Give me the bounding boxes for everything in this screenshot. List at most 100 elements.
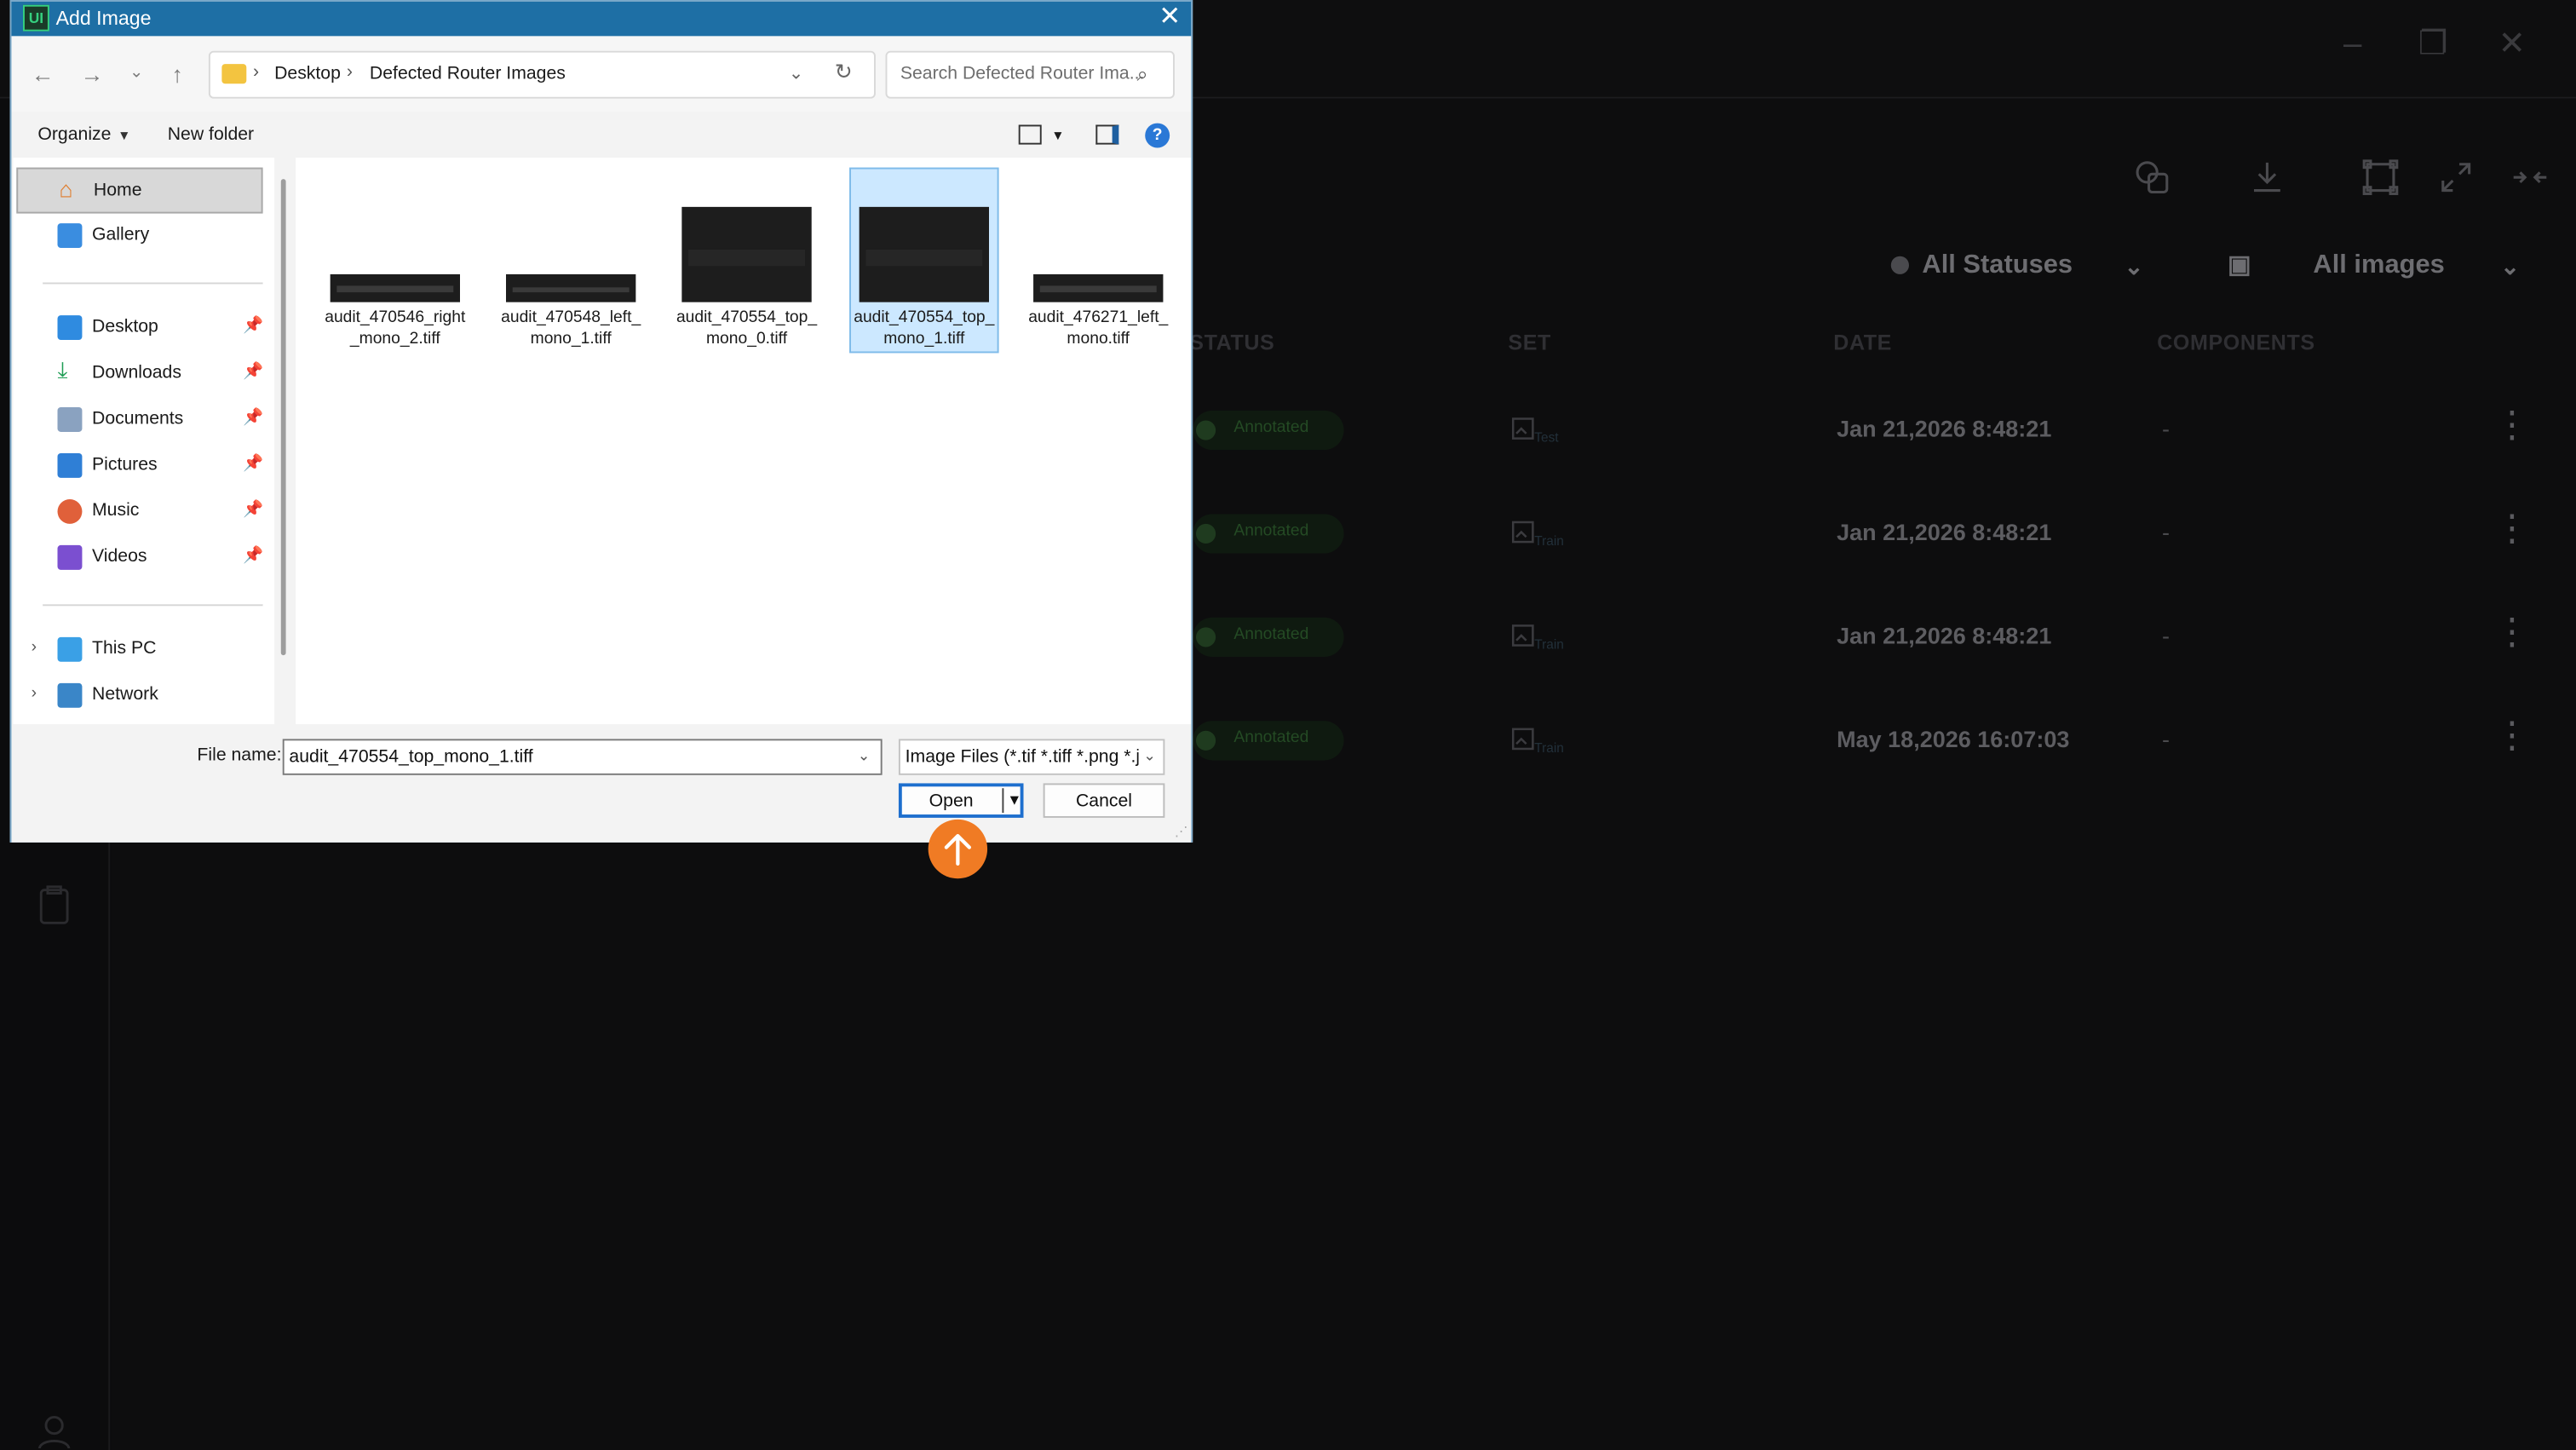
help-icon[interactable]: ? [1145,123,1170,148]
sidebar-item-music[interactable]: Music 📌 [16,489,263,535]
file-tile[interactable]: audit_476271_left_mono.tiff [1023,168,1172,354]
file-name: audit_470554_top_mono_1.tiff [854,308,995,348]
more-options-icon[interactable]: ⋮ [2494,716,2530,753]
more-options-icon[interactable]: ⋮ [2494,613,2530,650]
status-dot-icon [1195,420,1216,440]
sidebar-item-label: Videos [91,546,147,567]
file-type-select[interactable]: Image Files (*.tif *.tiff *.png *.jp ⌄ [898,739,1165,775]
sidebar-item-downloads[interactable]: ⤓ Downloads 📌 [16,351,263,397]
sidebar-item-pictures[interactable]: Pictures 📌 [16,443,263,489]
up-arrow-icon[interactable]: ↑ [163,59,193,89]
address-dropdown-icon[interactable]: ⌄ [789,62,812,83]
preview-pane-icon[interactable] [1095,124,1119,145]
sidebar-item-home[interactable]: ⌂ Home [16,167,263,214]
sidebar-item-label: Music [91,500,140,521]
file-tile-selected[interactable]: audit_470554_top_mono_1.tiff [849,167,999,354]
folder-icon [221,64,247,84]
sidebar-item-gallery[interactable]: Gallery [16,214,262,260]
table-row[interactable]: Annotated Train Jan 21,2026 8:48:21 - ⋮ [1193,485,2576,587]
pin-icon[interactable]: 📌 [243,547,263,565]
file-name: audit_470546_right_mono_2.tiff [325,308,466,348]
column-header-set[interactable]: SET [1508,330,1551,354]
chevron-down-icon[interactable]: ⌄ [858,747,871,765]
open-dropdown-icon[interactable]: ▼ [1007,791,1021,808]
status-label: Annotated [1233,418,1309,437]
restore-icon[interactable]: ❐ [2412,23,2454,66]
pin-icon[interactable]: 📌 [243,317,263,335]
user-icon[interactable] [36,1413,72,1449]
collapse-icon[interactable] [2510,158,2550,197]
navigation-scrollbar[interactable] [280,179,286,656]
cancel-button-label: Cancel [1075,791,1133,812]
image-thumbnail [505,273,636,302]
sidebar-item-this-pc[interactable]: › This PC [16,627,262,673]
pin-icon[interactable]: 📌 [243,455,263,473]
address-bar[interactable]: › Desktop › Defected Router Images ⌄ ↻ [208,50,876,99]
file-name: audit_476271_left_mono.tiff [1028,308,1169,348]
file-tile[interactable]: audit_470548_left_mono_1.tiff [496,168,645,354]
column-header-status[interactable]: STATUS [1189,330,1274,354]
dialog-titlebar[interactable]: UI Add Image ✕ [11,1,1192,37]
file-tile[interactable]: audit_470546_right_mono_2.tiff [320,168,469,354]
row-components: - [2161,725,2171,752]
crop-icon[interactable] [2360,158,2400,197]
open-button[interactable]: Open ▼ [898,783,1024,818]
compare-icon[interactable] [2132,158,2171,197]
expand-chevron-icon[interactable]: › [32,685,37,703]
sidebar-item-documents[interactable]: Documents 📌 [16,397,263,443]
more-options-icon[interactable]: ⋮ [2494,509,2530,546]
status-dot-icon [1195,730,1216,751]
organize-button[interactable]: Organize ▼ [37,124,130,144]
pin-icon[interactable]: 📌 [243,363,263,381]
status-badge: Annotated [1193,617,1344,658]
set-label: Train [1534,740,1564,756]
chevron-down-icon: ⌄ [2124,252,2144,279]
images-filter[interactable]: ▣ All images ⌄ [2218,239,2547,292]
status-dot-icon [1195,627,1216,647]
dialog-title: Add Image [55,6,152,30]
images-filter-label: All images [2313,250,2445,279]
file-tile[interactable]: audit_470554_top_mono_0.tiff [672,168,821,354]
view-dropdown-icon[interactable]: ▼ [1051,128,1064,142]
clipboard-icon[interactable] [33,883,76,942]
row-date: Jan 21,2026 8:48:21 [1837,415,2052,442]
more-options-icon[interactable]: ⋮ [2494,406,2530,443]
expand-icon[interactable] [2436,158,2475,197]
pin-icon[interactable]: 📌 [243,501,263,519]
back-arrow-icon[interactable]: ← [28,59,58,89]
sidebar-item-videos[interactable]: Videos 📌 [16,535,263,581]
sidebar-item-desktop[interactable]: Desktop 📌 [16,306,263,352]
expand-chevron-icon[interactable]: › [32,639,37,657]
row-date: May 18,2026 16:07:03 [1837,725,2070,752]
breadcrumb-separator-icon: › [346,62,354,83]
column-header-date[interactable]: DATE [1833,330,1892,354]
cancel-button[interactable]: Cancel [1043,783,1165,818]
breadcrumb-desktop[interactable]: Desktop [274,64,341,83]
pin-icon[interactable]: 📌 [243,409,263,427]
view-mode-icon[interactable] [1018,124,1042,145]
close-icon[interactable]: ✕ [1150,2,1189,36]
new-folder-button[interactable]: New folder [168,124,254,144]
search-input[interactable]: Search Defected Router Ima... ⌕ [885,50,1175,99]
refresh-icon[interactable]: ↻ [835,59,861,85]
download-icon[interactable] [2247,158,2286,197]
forward-arrow-icon[interactable]: → [78,59,107,89]
minimize-icon[interactable]: – [2332,23,2374,66]
sidebar-item-label: Pictures [91,454,158,475]
resize-grip-icon[interactable]: ⋰ [1175,825,1187,839]
file-list: audit_470546_right_mono_2.tiff audit_470… [296,158,1192,725]
file-name-value: audit_470554_top_mono_1.tiff [289,747,533,768]
file-name-field[interactable]: audit_470554_top_mono_1.tiff ⌄ [282,739,883,775]
window-close-icon[interactable]: ✕ [2491,23,2533,66]
dialog-navbar: ← → ⌄ ↑ › Desktop › Defected Router Imag… [11,36,1192,112]
screen: – ❐ ✕ All Statuses ⌄ ▣ All images ⌄ STAT… [0,0,2576,1450]
status-label: Annotated [1233,625,1309,644]
table-row[interactable]: Annotated Train May 18,2026 16:07:03 - ⋮ [1193,691,2576,793]
breadcrumb-current[interactable]: Defected Router Images [370,64,566,83]
recent-chevron-icon[interactable]: ⌄ [122,59,152,89]
sidebar-item-network[interactable]: › Network [16,673,262,719]
column-header-components[interactable]: COMPONENTS [2157,330,2314,354]
table-row[interactable]: Annotated Test Jan 21,2026 8:48:21 - ⋮ [1193,381,2576,483]
status-filter[interactable]: All Statuses ⌄ [1870,239,2165,292]
table-row[interactable]: Annotated Train Jan 21,2026 8:48:21 - ⋮ [1193,588,2576,690]
